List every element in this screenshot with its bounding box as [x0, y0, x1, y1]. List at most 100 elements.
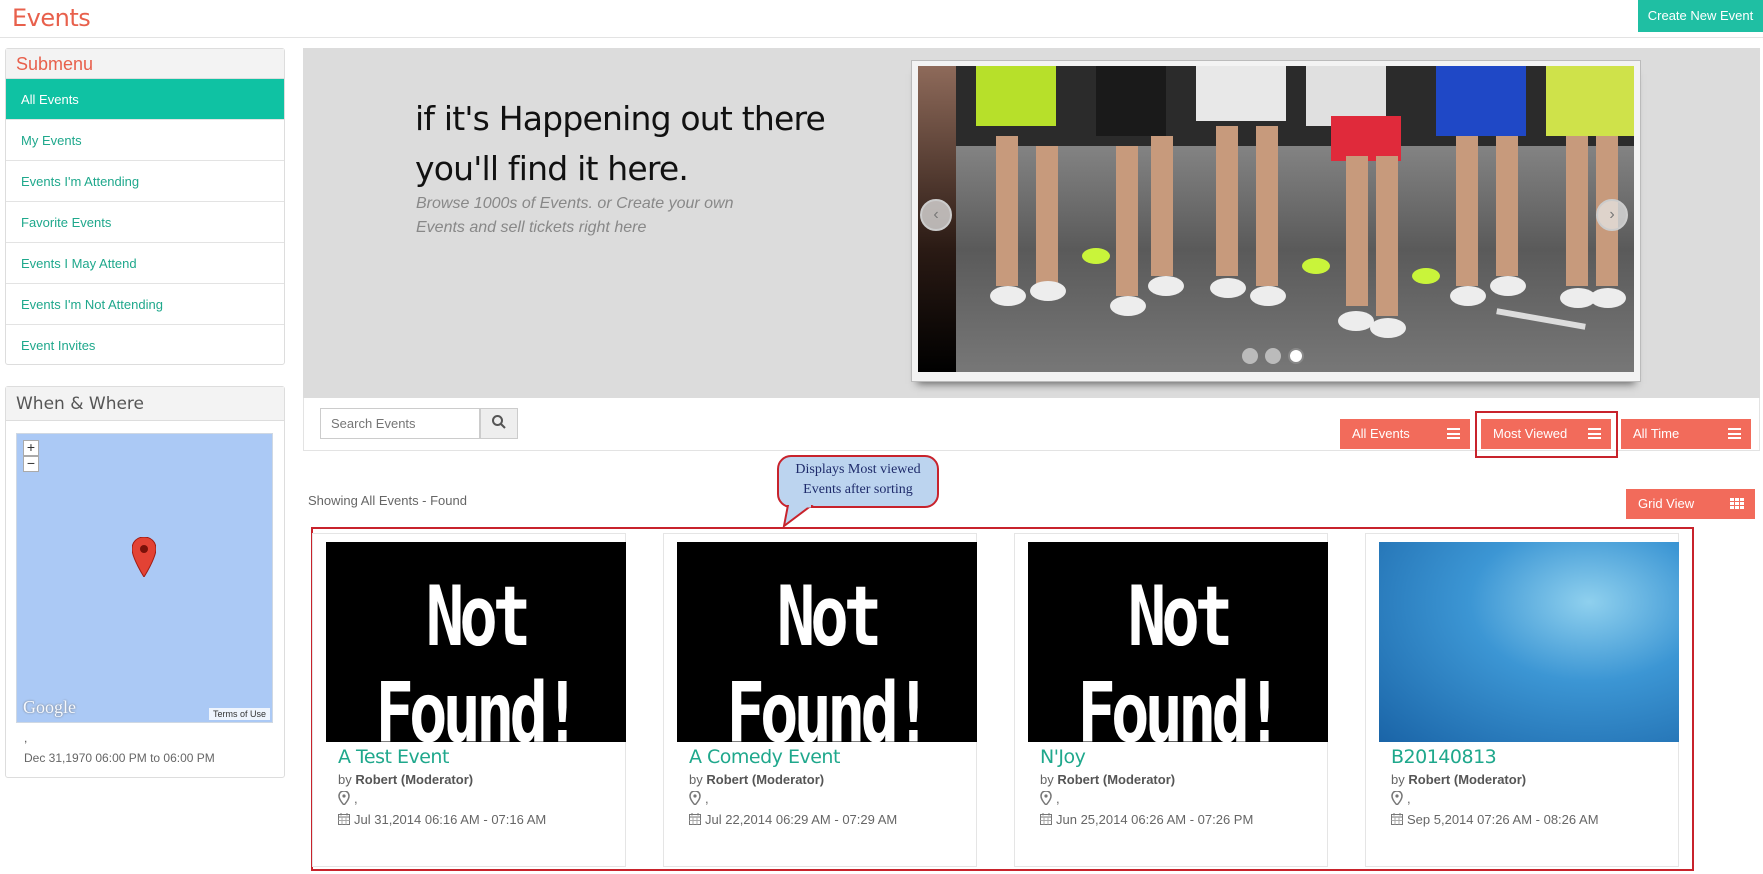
event-date: Jul 22,2014 06:29 AM - 07:29 AM [689, 812, 897, 827]
map[interactable]: + − Google Terms of Use [16, 433, 273, 723]
map-zoom-in-button[interactable]: + [23, 440, 39, 456]
grid-view-label: Grid View [1638, 496, 1695, 511]
organizer-prefix: by [338, 772, 352, 787]
event-title-link[interactable]: A Comedy Event [689, 746, 840, 768]
list-icon [1728, 428, 1741, 439]
top-bar: Events Create New Event [0, 0, 1763, 38]
filter-label: All Time [1633, 426, 1680, 441]
submenu-item-all-events[interactable]: All Events [6, 79, 284, 120]
results-summary: Showing All Events - Found [308, 493, 467, 508]
organizer-prefix: by [689, 772, 703, 787]
list-icon [1447, 428, 1460, 439]
map-terms-link[interactable]: Terms of Use [208, 708, 270, 720]
when-where-title: When & Where [6, 387, 284, 421]
annotation-callout: Displays Most viewed Events after sortin… [777, 455, 939, 508]
filter-all-time-button[interactable]: All Time [1621, 419, 1751, 449]
event-title-link[interactable]: B20140813 [1391, 746, 1497, 768]
when-where-panel: When & Where + − Google Terms of Use , D… [5, 386, 285, 778]
event-image[interactable]: Not Found! [1028, 542, 1328, 742]
event-card[interactable]: B20140813 by Robert (Moderator) , Sep 5,… [1365, 533, 1679, 867]
map-marker-icon [1040, 791, 1052, 805]
submenu-item-may-attend[interactable]: Events I May Attend [6, 243, 284, 284]
slider-prev-button[interactable]: ‹ [920, 199, 952, 231]
event-organizer: by Robert (Moderator) [1040, 772, 1175, 787]
map-zoom-out-button[interactable]: − [23, 456, 39, 472]
event-location: , [24, 731, 28, 745]
search-events-input[interactable] [320, 408, 480, 439]
submenu-title: Submenu [6, 49, 284, 79]
grid-icon [1730, 498, 1745, 510]
hero-subtitle: Browse 1000s of Events. or Create your o… [416, 195, 734, 236]
slider-dot[interactable] [1242, 348, 1258, 364]
organizer-name: Robert (Moderator) [1057, 772, 1176, 787]
callout-tail-icon [782, 505, 814, 527]
hero-banner: if it's Happening out there you'll find … [303, 48, 1760, 398]
most-viewed-highlight [1475, 411, 1618, 458]
calendar-icon [1391, 813, 1403, 825]
create-new-event-button[interactable]: Create New Event [1638, 0, 1763, 32]
hero-headline: if it's Happening out there you'll find … [415, 99, 826, 188]
slider-dot[interactable] [1265, 348, 1281, 364]
calendar-icon [338, 813, 350, 825]
image-placeholder-text: Not Found! [375, 569, 581, 742]
map-marker-icon [1391, 791, 1403, 805]
date-text: Jun 25,2014 06:26 AM - 07:26 PM [1056, 812, 1254, 827]
slider-pagination [1242, 348, 1311, 369]
map-marker-icon [338, 791, 350, 805]
search-icon [492, 415, 506, 429]
event-location: , [338, 791, 358, 806]
slider-next-button[interactable]: › [1596, 199, 1628, 231]
organizer-prefix: by [1391, 772, 1405, 787]
event-date: Jun 25,2014 06:26 AM - 07:26 PM [1040, 812, 1253, 827]
image-placeholder-text: Not Found! [1077, 569, 1283, 742]
location-text: , [705, 791, 709, 806]
event-card[interactable]: Not Found! A Comedy Event by Robert (Mod… [663, 533, 977, 867]
date-text: Jul 31,2014 06:16 AM - 07:16 AM [354, 812, 547, 827]
event-organizer: by Robert (Moderator) [338, 772, 473, 787]
submenu-item-attending[interactable]: Events I'm Attending [6, 161, 284, 202]
filter-label: All Events [1352, 426, 1410, 441]
date-text: Sep 5,2014 07:26 AM - 08:26 AM [1407, 812, 1599, 827]
map-marker-icon [689, 791, 701, 805]
organizer-name: Robert (Moderator) [1408, 772, 1527, 787]
submenu-item-my-events[interactable]: My Events [6, 120, 284, 161]
event-organizer: by Robert (Moderator) [689, 772, 824, 787]
event-card[interactable]: Not Found! N'Joy by Robert (Moderator) ,… [1014, 533, 1328, 867]
event-location: , [1040, 791, 1060, 806]
event-location: , [1391, 791, 1411, 806]
date-text: Jul 22,2014 06:29 AM - 07:29 AM [705, 812, 898, 827]
image-slider: ‹ › [911, 60, 1641, 382]
location-text: , [354, 791, 358, 806]
search-button[interactable] [480, 408, 518, 439]
event-location: , [689, 791, 709, 806]
grid-view-button[interactable]: Grid View [1626, 489, 1755, 519]
submenu-item-not-attending[interactable]: Events I'm Not Attending [6, 284, 284, 325]
location-text: , [1056, 791, 1060, 806]
event-title-link[interactable]: A Test Event [338, 746, 449, 768]
submenu-item-invites[interactable]: Event Invites [6, 325, 284, 366]
organizer-name: Robert (Moderator) [706, 772, 825, 787]
submenu-panel: Submenu All Events My Events Events I'm … [5, 48, 285, 365]
map-pin-icon[interactable] [132, 537, 156, 577]
organizer-prefix: by [1040, 772, 1054, 787]
organizer-name: Robert (Moderator) [355, 772, 474, 787]
google-logo: Google [23, 697, 76, 717]
event-date: Jul 31,2014 06:16 AM - 07:16 AM [338, 812, 546, 827]
calendar-icon [1040, 813, 1052, 825]
slider-dot-active[interactable] [1288, 348, 1304, 364]
event-image[interactable]: Not Found! [677, 542, 977, 742]
image-placeholder-text: Not Found! [726, 569, 932, 742]
filter-all-events-button[interactable]: All Events [1340, 419, 1470, 449]
submenu-item-favorite[interactable]: Favorite Events [6, 202, 284, 243]
event-image[interactable]: Not Found! [326, 542, 626, 742]
event-card[interactable]: Not Found! A Test Event by Robert (Moder… [312, 533, 626, 867]
event-date: Sep 5,2014 07:26 AM - 08:26 AM [1391, 812, 1599, 827]
page-title: Events [12, 4, 91, 32]
event-title-link[interactable]: N'Joy [1040, 746, 1086, 768]
event-organizer: by Robert (Moderator) [1391, 772, 1526, 787]
runners-illustration [956, 66, 1634, 338]
slide-image [918, 66, 1634, 372]
event-dates: Dec 31,1970 06:00 PM to 06:00 PM [24, 751, 215, 765]
event-image[interactable] [1379, 542, 1679, 742]
location-text: , [1407, 791, 1411, 806]
